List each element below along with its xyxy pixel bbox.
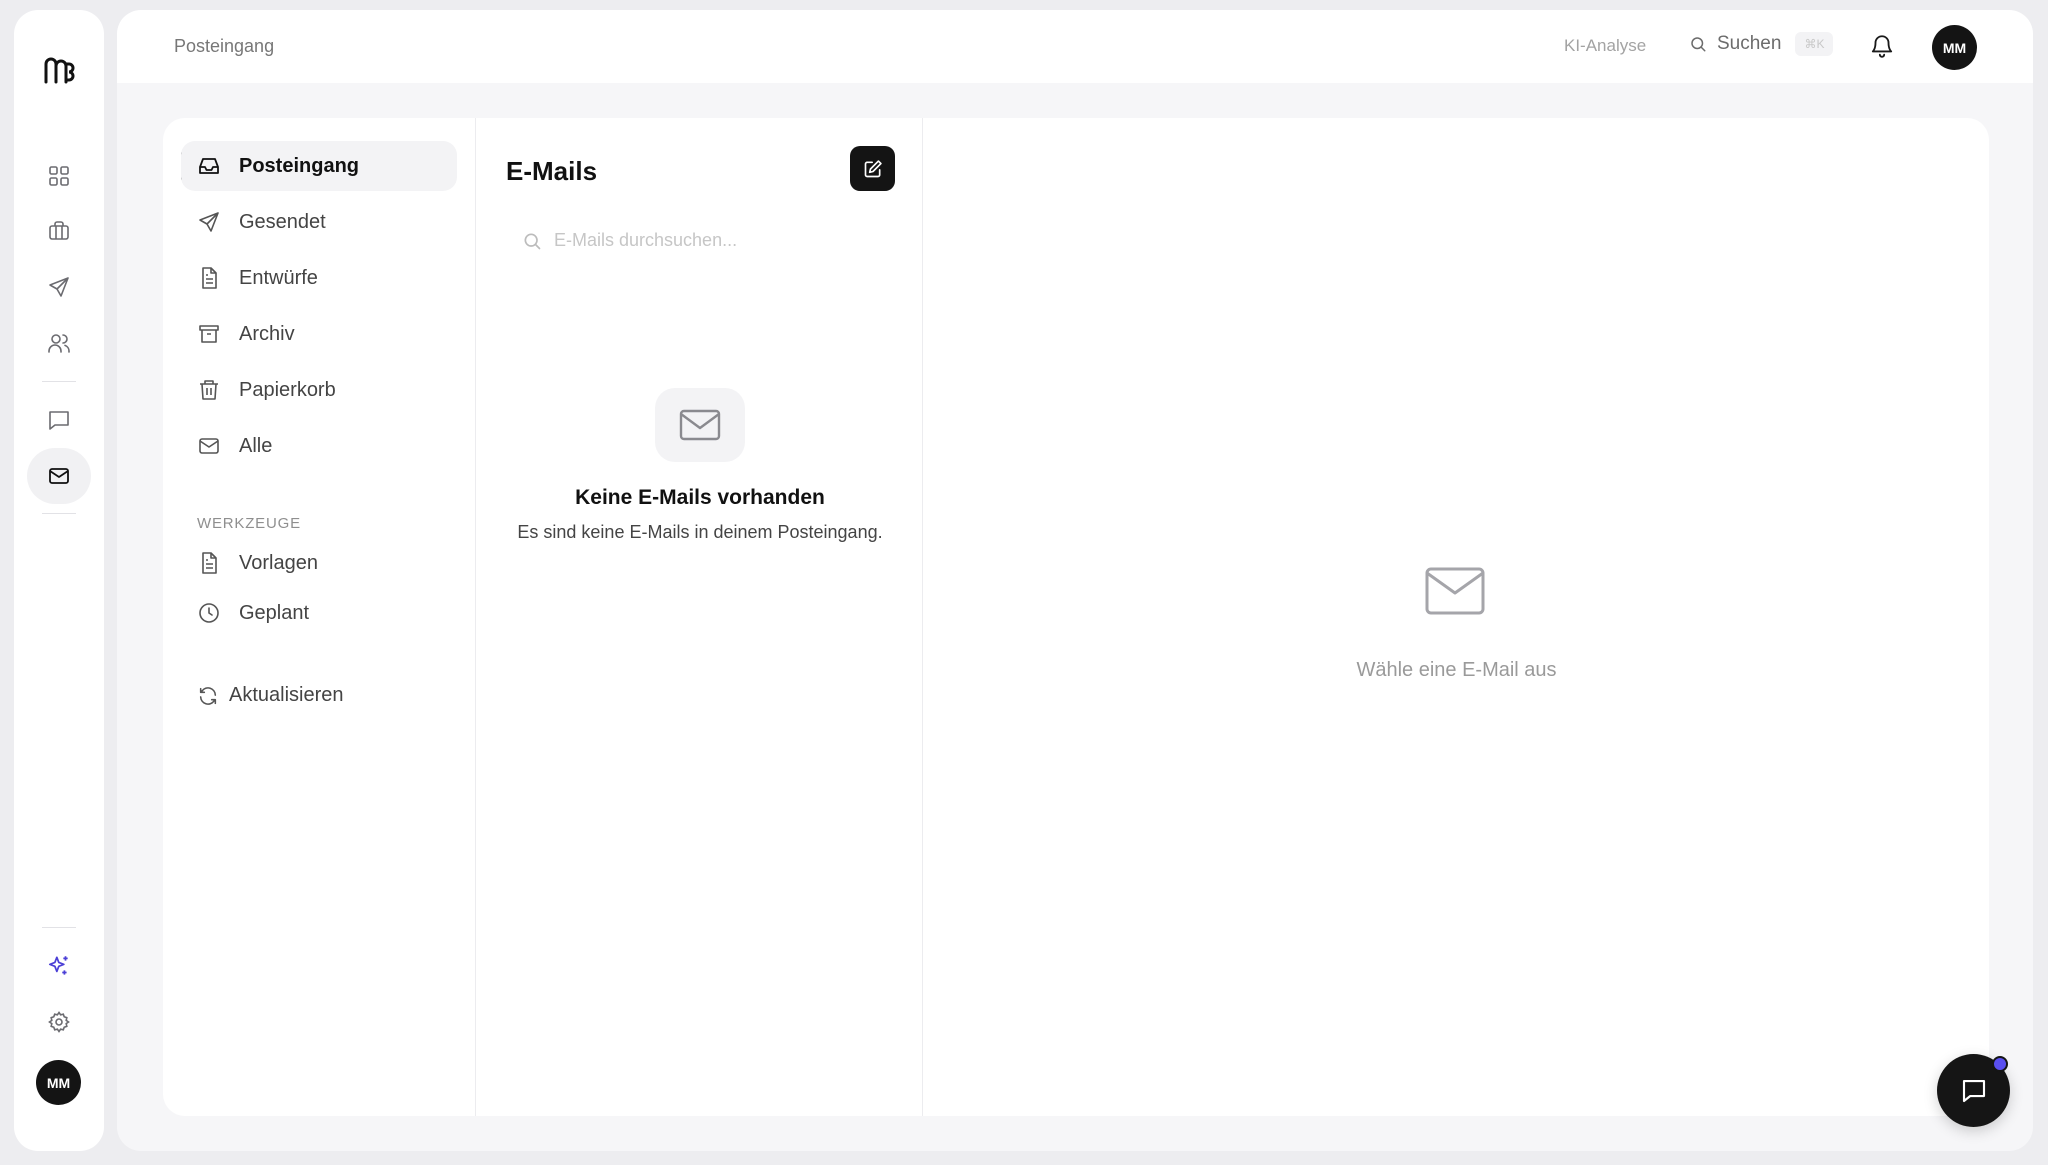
email-list-title: E-Mails [506,156,598,186]
folder-sent[interactable]: Gesendet [181,197,457,247]
search-shortcut-badge: ⌘K [1795,32,1834,56]
rail-projects-button[interactable] [27,203,91,259]
rail-ai-button[interactable] [27,938,91,994]
mail-icon [47,464,71,488]
email-list-panel: E-Mails E-Mails durchsuchen... Keine E-M… [477,118,923,1116]
rail-dashboard-button[interactable] [27,148,91,204]
mail-icon [1424,565,1486,617]
folder-templates[interactable]: Vorlagen [181,538,457,588]
empty-state-icon-box [655,388,745,462]
folder-list: Posteingang Gesendet Entwürfe Archiv Pap… [163,118,476,1116]
trash-icon [197,378,221,402]
message-square-icon [47,408,71,432]
folder-inbox[interactable]: Posteingang [181,141,457,191]
folder-drafts[interactable]: Entwürfe [181,253,457,303]
rail-messages-button[interactable] [27,392,91,448]
briefcase-icon [47,219,71,243]
folder-label: Gesendet [239,210,326,233]
folder-label: Papierkorb [239,378,336,401]
global-search-button[interactable]: Suchen ⌘K [1689,32,1834,56]
refresh-label: Aktualisieren [229,684,344,706]
send-icon [197,210,221,234]
folder-scheduled[interactable]: Geplant [181,588,457,638]
clock-icon [197,601,221,625]
inbox-icon [197,154,221,178]
notifications-button[interactable] [1869,33,1895,59]
bell-icon [1869,33,1895,59]
rail-campaigns-button[interactable] [27,259,91,315]
top-bar: Posteingang KI-Analyse Suchen ⌘K MM [117,10,2033,83]
empty-state-subtitle: Es sind keine E-Mails in deinem Posteing… [517,522,883,542]
empty-state-title: Keine E-Mails vorhanden [575,486,825,509]
pencil-square-icon [863,159,883,179]
refresh-button[interactable]: Aktualisieren [197,684,344,707]
main-area: Posteingang KI-Analyse Suchen ⌘K MM Post… [117,10,2033,1151]
folder-label: Alle [239,434,273,457]
file-text-icon [197,551,221,575]
gear-icon [47,1010,71,1034]
folder-archive[interactable]: Archiv [181,309,457,359]
refresh-icon [197,685,219,707]
mail-icon [197,434,221,458]
ai-analysis-link[interactable]: KI-Analyse [1564,36,1646,56]
select-email-hint: Wähle eine E-Mail aus [1356,659,1557,681]
sparkles-icon [46,953,72,979]
folder-trash[interactable]: Papierkorb [181,365,457,415]
search-label: Suchen [1717,33,1782,54]
mail-card: Posteingang Gesendet Entwürfe Archiv Pap… [163,118,1989,1116]
tools-section-label: WERKZEUGE [197,515,301,532]
folder-all[interactable]: Alle [181,421,457,471]
breadcrumb[interactable]: Posteingang [174,36,274,57]
file-text-icon [197,266,221,290]
email-search-input[interactable] [554,230,874,251]
archive-icon [197,322,221,346]
avatar[interactable]: MM [36,1060,81,1105]
mail-icon [678,407,722,443]
folder-label: Entwürfe [239,266,318,289]
rail-mail-button[interactable] [27,448,91,504]
rail-divider [42,381,76,382]
chat-support-button[interactable] [1937,1054,2010,1127]
rail-settings-button[interactable] [27,994,91,1050]
folder-label: Archiv [239,322,295,345]
users-icon [47,331,71,355]
search-icon [1689,35,1707,53]
message-square-icon [1959,1076,1989,1106]
search-icon [522,231,542,251]
compose-button[interactable] [850,146,895,191]
rail-contacts-button[interactable] [27,315,91,371]
app-rail: MM [14,10,104,1151]
folder-label: Posteingang [239,154,360,177]
email-search [522,230,874,251]
user-avatar[interactable]: MM [1932,25,1977,70]
folder-label: Vorlagen [239,551,318,574]
grid-icon [47,164,71,188]
rail-divider [42,513,76,514]
folder-label: Geplant [239,601,310,624]
app-logo[interactable] [42,54,76,88]
rail-divider [42,927,76,928]
email-detail-panel: Wähle eine E-Mail aus [924,118,1989,1116]
notification-dot [1992,1056,2008,1072]
send-icon [47,275,71,299]
